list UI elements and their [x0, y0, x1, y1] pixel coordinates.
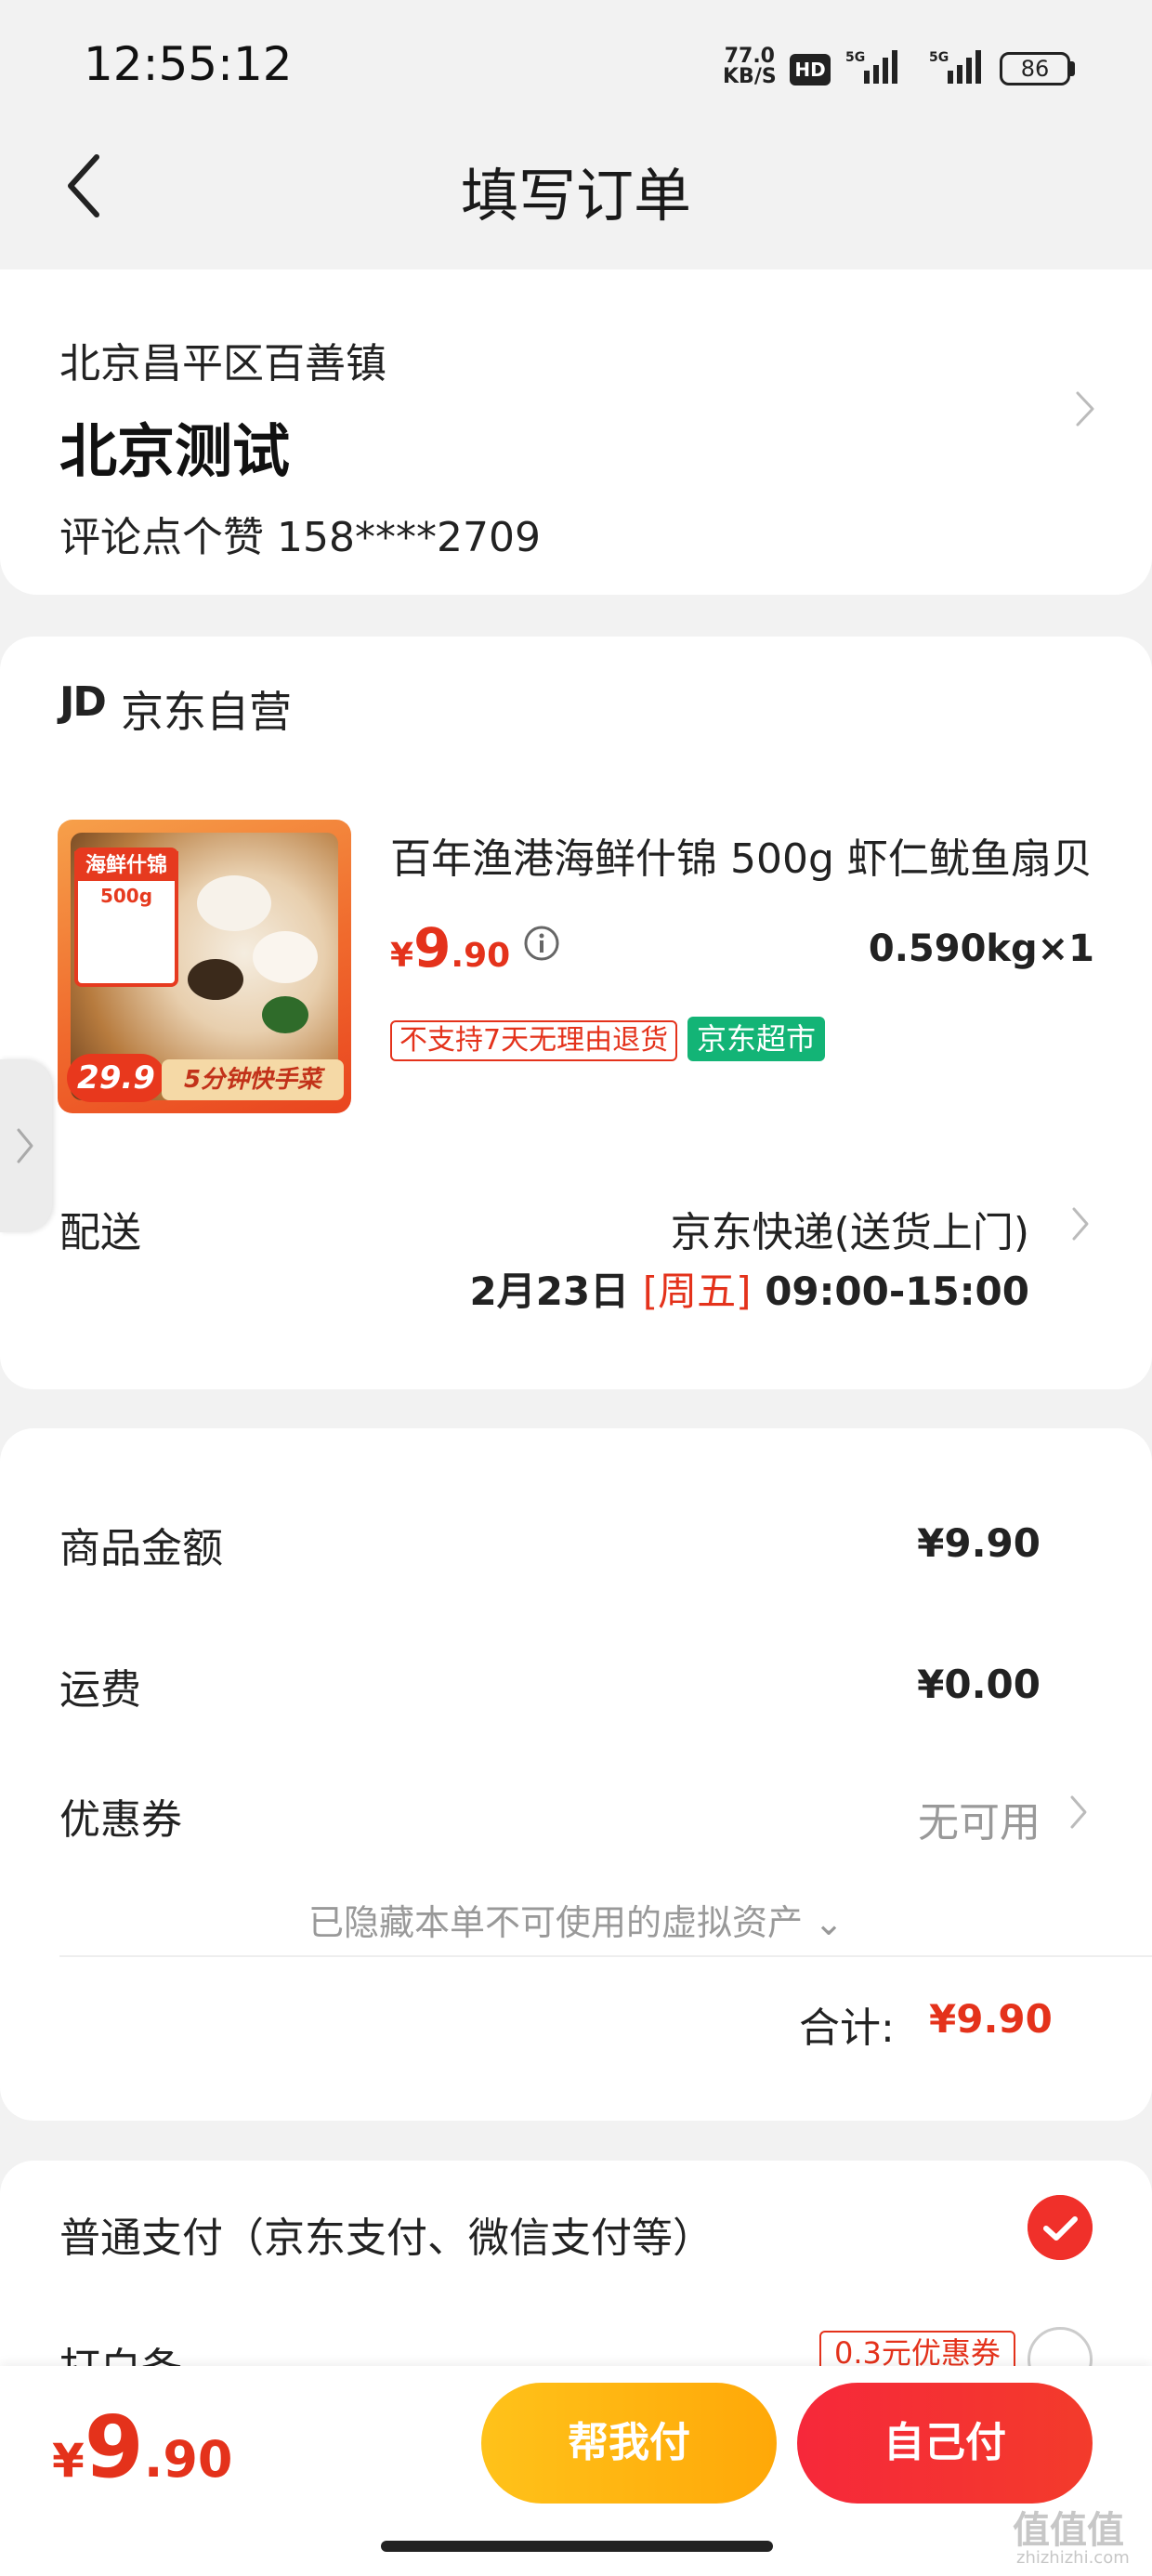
product-weight-quantity: 0.590kg×1 — [868, 927, 1094, 970]
watermark-url: zhizhizhi.com — [1016, 2548, 1130, 2568]
price-integer: 9 — [413, 916, 452, 979]
hidden-assets-toggle[interactable]: 已隐藏本单不可使用的虚拟资产 ⌄ — [0, 1894, 1152, 1945]
check-icon[interactable] — [1028, 2195, 1093, 2260]
address-recipient-name: 北京测试 — [59, 417, 291, 485]
home-indicator[interactable] — [381, 2541, 773, 2552]
jd-supermarket-badge: 京东超市 — [687, 1017, 826, 1061]
thumb-price-badge: 29.9 — [67, 1054, 165, 1102]
price-currency: ¥ — [52, 2434, 85, 2488]
store-name: 京东自营 — [121, 687, 292, 737]
thumb-label-title: 海鲜什锦 — [74, 851, 178, 881]
shipping-weekday: [周五] — [642, 1268, 752, 1314]
coupon-label: 优惠券 — [59, 1796, 182, 1844]
chevron-right-icon[interactable] — [1067, 1792, 1091, 1833]
freight-label: 运费 — [59, 1666, 141, 1714]
no-return-badge: 不支持7天无理由退货 — [390, 1020, 678, 1061]
herb-shape — [262, 996, 308, 1033]
info-icon[interactable] — [522, 924, 561, 963]
coupon-value[interactable]: 无可用 — [762, 1789, 1041, 1848]
help-me-pay-button[interactable]: 帮我付 — [481, 2383, 777, 2504]
product-price: ¥9.90 — [390, 916, 510, 979]
address-contact: 评论点个赞 158****2709 — [59, 514, 541, 561]
signal-icon: 5G — [845, 50, 897, 84]
scallop-shape — [253, 931, 318, 983]
network-speed: 77.0 KB/S — [723, 46, 777, 87]
pay-myself-button[interactable]: 自己付 — [797, 2383, 1093, 2504]
battery-icon: 86 — [1000, 52, 1070, 85]
signal-label: 5G — [929, 50, 949, 65]
shipping-method[interactable]: 京东快递(送货上门) — [520, 1199, 1029, 1258]
watermark: 值值值 — [1013, 2509, 1124, 2552]
scallop-shape — [197, 875, 271, 931]
network-speed-value: 77.0 — [724, 45, 775, 68]
shipping-label: 配送 — [59, 1209, 141, 1256]
shipping-time-window: 09:00-15:00 — [765, 1268, 1029, 1314]
product-thumbnail[interactable]: 海鲜什锦 500g 29.9 5分钟快手菜 — [58, 820, 351, 1113]
price-decimal: .90 — [451, 937, 511, 975]
goods-amount-label: 商品金额 — [59, 1525, 223, 1572]
thumb-label-weight: 500g — [99, 885, 153, 907]
network-speed-unit: KB/S — [723, 65, 777, 88]
chevron-right-icon — [17, 1128, 33, 1163]
price-integer: 9 — [84, 2398, 144, 2497]
jd-logo-icon: JD — [59, 678, 107, 726]
product-title[interactable]: 百年渔港海鲜什锦 500g 虾仁鱿鱼扇贝 — [390, 825, 1096, 885]
chevron-right-icon[interactable] — [1070, 386, 1098, 432]
address-region: 北京昌平区百善镇 — [59, 340, 386, 388]
total-label: 合计: — [799, 2004, 895, 2052]
price-currency: ¥ — [390, 937, 414, 975]
divider — [59, 1955, 1152, 1957]
status-time: 12:55:12 — [84, 37, 293, 91]
total-value: ¥9.90 — [929, 1996, 1053, 2042]
goods-amount-value: ¥9.90 — [917, 1520, 1041, 1566]
signal-label: 5G — [845, 50, 865, 65]
signal-icon: 5G — [929, 50, 981, 84]
mussel-shape — [188, 959, 243, 1000]
price-decimal: .90 — [143, 2430, 233, 2489]
bottom-total-price: ¥9.90 — [52, 2398, 232, 2497]
freight-value: ¥0.00 — [917, 1662, 1041, 1707]
chevron-right-icon[interactable] — [1068, 1203, 1093, 1244]
payment-option-normal[interactable]: 普通支付（京东支付、微信支付等） — [59, 2204, 713, 2264]
shipping-time[interactable]: 2月23日 [周五] 09:00-15:00 — [465, 1260, 1029, 1317]
battery-tip — [1070, 61, 1075, 76]
page-title: 填写订单 — [460, 162, 691, 230]
hd-icon: HD — [790, 54, 831, 85]
thumb-slogan: 5分钟快手菜 — [162, 1059, 344, 1100]
shipping-date: 2月23日 — [469, 1268, 630, 1314]
